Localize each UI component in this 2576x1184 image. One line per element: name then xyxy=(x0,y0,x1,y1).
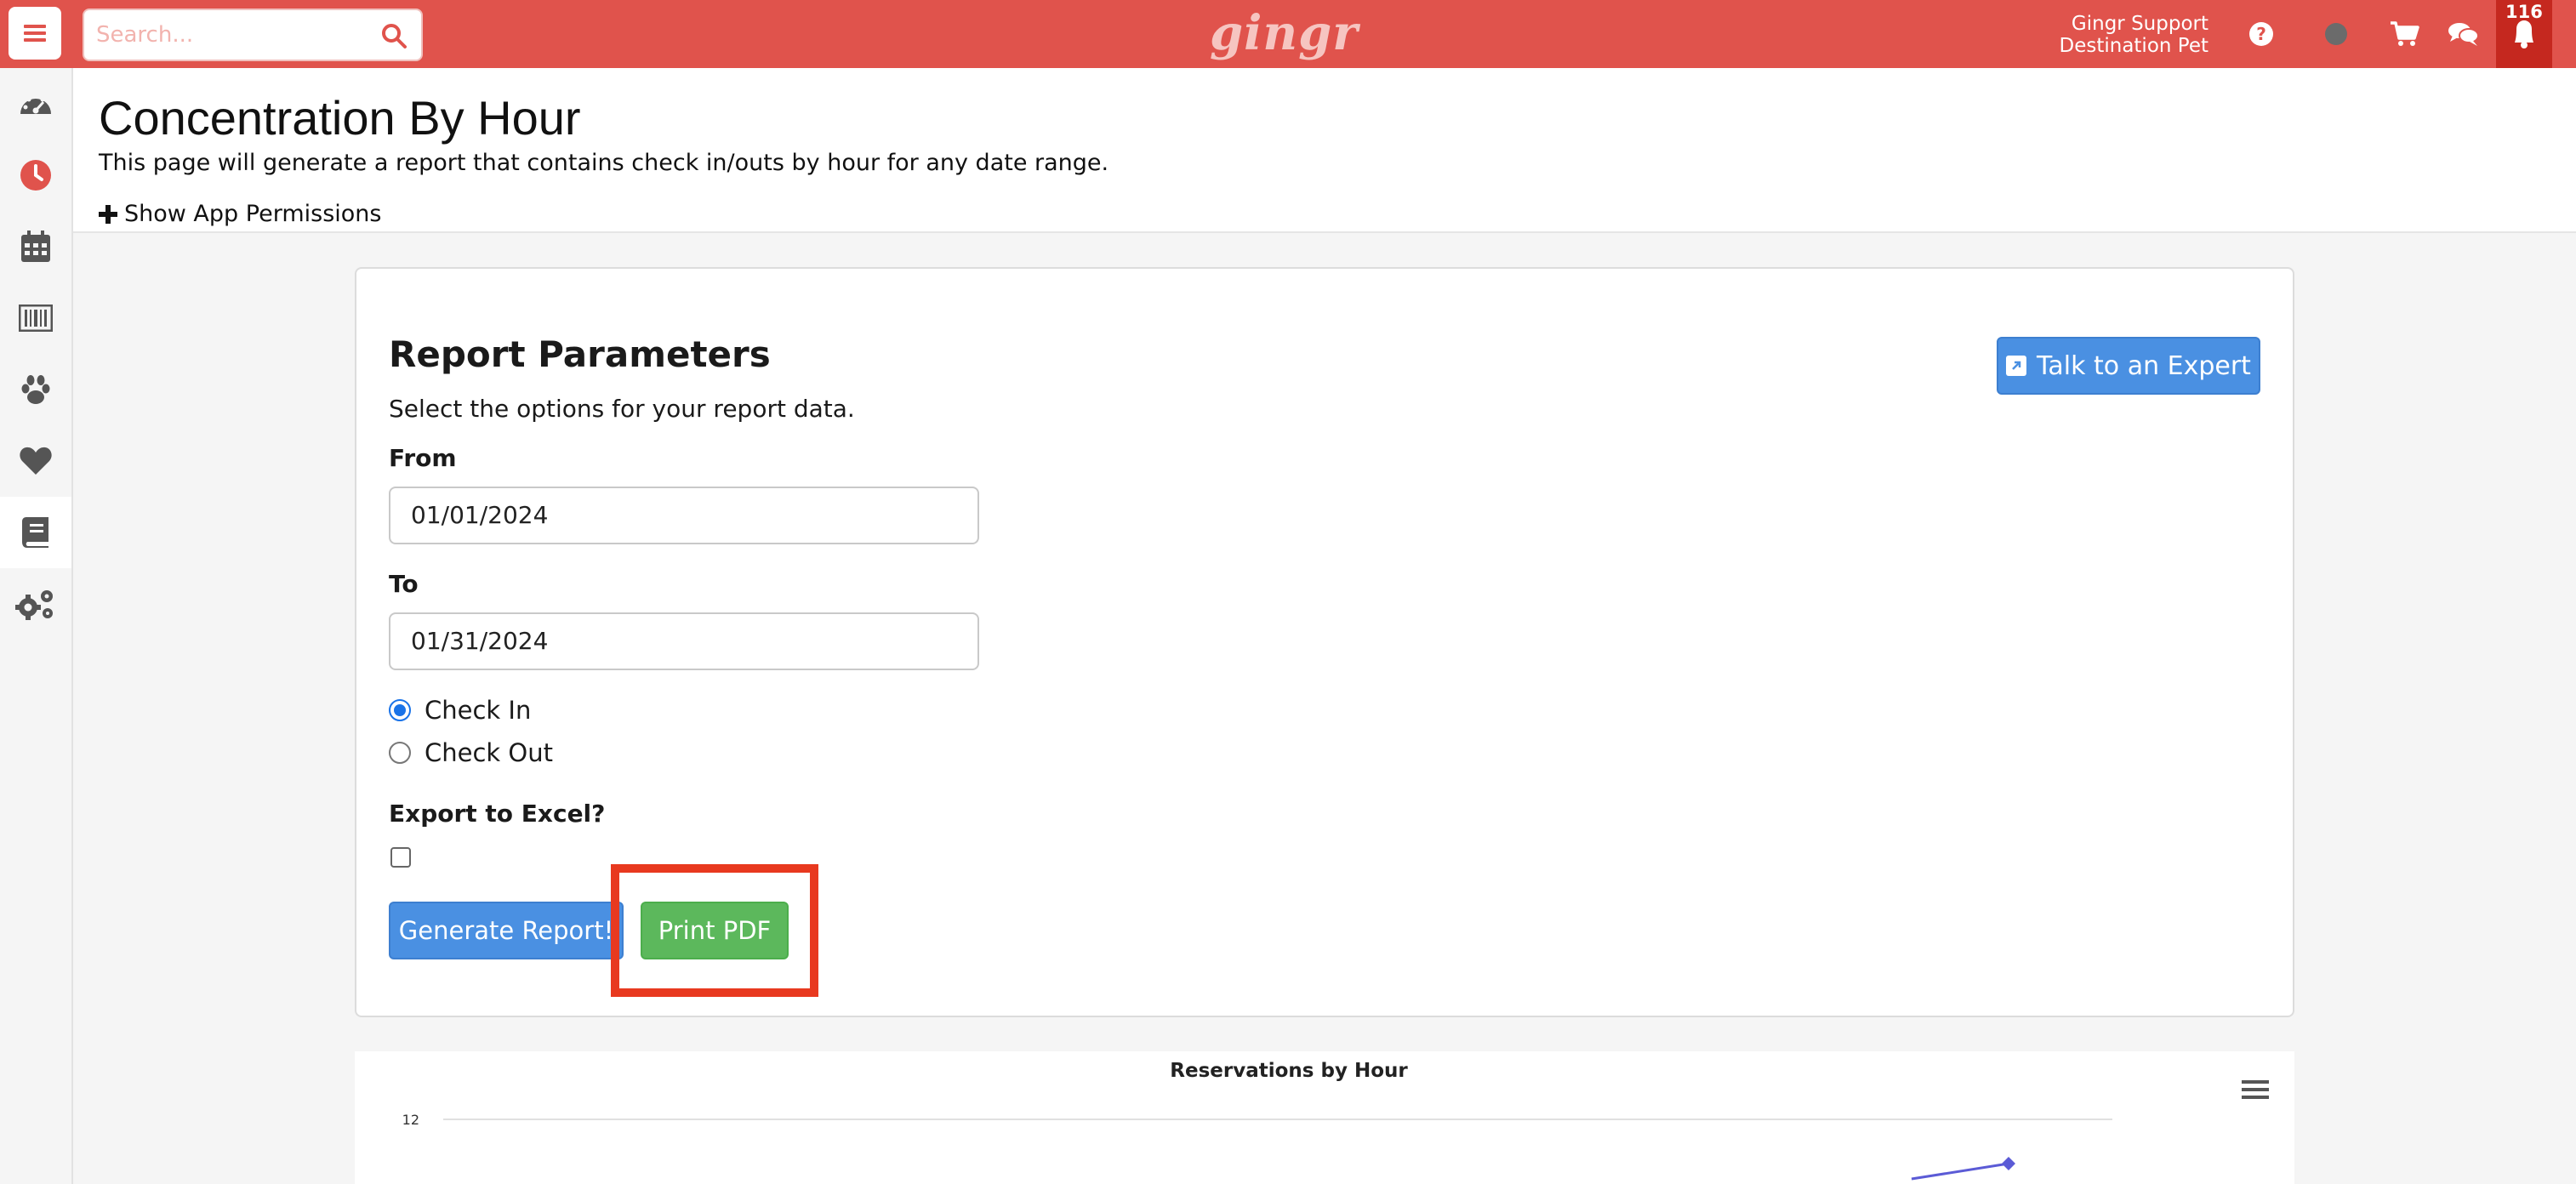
status-dot-icon xyxy=(2325,23,2347,45)
y-tick-label: 12 xyxy=(402,1112,419,1128)
dashboard-icon xyxy=(20,94,51,114)
location-name: Destination Pet xyxy=(2059,35,2208,57)
page-title: Concentration By Hour xyxy=(99,91,581,145)
sidebar-item-favorites[interactable] xyxy=(0,425,71,497)
plus-icon xyxy=(99,204,117,224)
heart-icon xyxy=(20,447,52,475)
top-navigation-bar: gingr Gingr Support Destination Pet ? xyxy=(0,0,2576,68)
sidebar-item-reports[interactable] xyxy=(0,497,71,568)
show-app-permissions-link[interactable]: Show App Permissions xyxy=(99,201,381,227)
sidebar-item-pets[interactable] xyxy=(0,354,71,425)
check-in-option[interactable]: Check In xyxy=(389,696,531,725)
sidebar-item-dashboard[interactable] xyxy=(0,68,71,139)
status-indicator[interactable] xyxy=(2319,17,2353,51)
series-line xyxy=(1911,1162,2009,1181)
sidebar-item-calendar[interactable] xyxy=(0,211,71,282)
check-out-option[interactable]: Check Out xyxy=(389,738,553,767)
reservations-chart: Reservations by Hour 12 xyxy=(402,1060,2271,1181)
report-parameters-subtitle: Select the options for your report data. xyxy=(389,395,855,423)
to-label: To xyxy=(389,570,419,598)
search-input[interactable] xyxy=(96,10,368,60)
sidebar xyxy=(0,68,73,1184)
check-out-label: Check Out xyxy=(425,738,554,767)
check-in-radio[interactable] xyxy=(389,699,411,721)
page-header: Concentration By Hour This page will gen… xyxy=(73,68,2576,233)
sidebar-item-barcode[interactable] xyxy=(0,282,71,354)
svg-text:?: ? xyxy=(2256,24,2266,44)
export-to-excel-checkbox[interactable] xyxy=(390,847,411,868)
report-parameters-title: Report Parameters xyxy=(389,333,771,375)
paw-icon xyxy=(21,375,50,404)
generate-report-button[interactable]: Generate Report! xyxy=(389,902,624,959)
talk-to-expert-label: Talk to an Expert xyxy=(2037,350,2251,381)
notification-count-badge: 116 xyxy=(2505,2,2543,22)
series-marker xyxy=(2002,1157,2015,1170)
show-app-permissions-label: Show App Permissions xyxy=(124,201,382,227)
gears-icon xyxy=(15,590,53,620)
book-icon xyxy=(22,517,48,548)
check-out-radio[interactable] xyxy=(389,742,411,764)
talk-to-expert-button[interactable]: Talk to an Expert xyxy=(1997,337,2260,395)
check-in-label: Check In xyxy=(425,696,532,725)
sidebar-item-clock[interactable] xyxy=(0,139,71,211)
search-icon[interactable] xyxy=(380,22,407,49)
help-icon[interactable]: ? xyxy=(2244,17,2278,51)
from-date-input[interactable]: 01/01/2024 xyxy=(389,487,979,544)
export-to-excel-label: Export to Excel? xyxy=(389,800,606,828)
external-link-icon xyxy=(2006,356,2027,376)
sidebar-item-settings[interactable] xyxy=(0,568,71,640)
chart-card: Reservations by Hour 12 xyxy=(355,1051,2294,1184)
chart-title: Reservations by Hour xyxy=(1170,1060,1408,1082)
user-name: Gingr Support xyxy=(2071,13,2208,35)
search-box xyxy=(83,9,423,61)
print-pdf-highlight xyxy=(611,864,818,997)
page-description: This page will generate a report that co… xyxy=(99,150,1109,176)
user-account-info[interactable]: Gingr Support Destination Pet xyxy=(2059,13,2208,57)
cart-icon[interactable] xyxy=(2387,17,2421,51)
chart-menu-button[interactable] xyxy=(2240,1077,2271,1102)
chat-icon[interactable] xyxy=(2447,17,2481,51)
to-date-input[interactable]: 01/31/2024 xyxy=(389,612,979,670)
from-label: From xyxy=(389,444,457,472)
hamburger-menu-button[interactable] xyxy=(9,7,61,60)
calendar-icon xyxy=(21,231,50,262)
barcode-icon xyxy=(19,305,53,332)
hamburger-icon xyxy=(24,25,46,42)
clock-icon xyxy=(20,160,51,191)
gingr-logo[interactable]: gingr xyxy=(1210,5,1359,61)
